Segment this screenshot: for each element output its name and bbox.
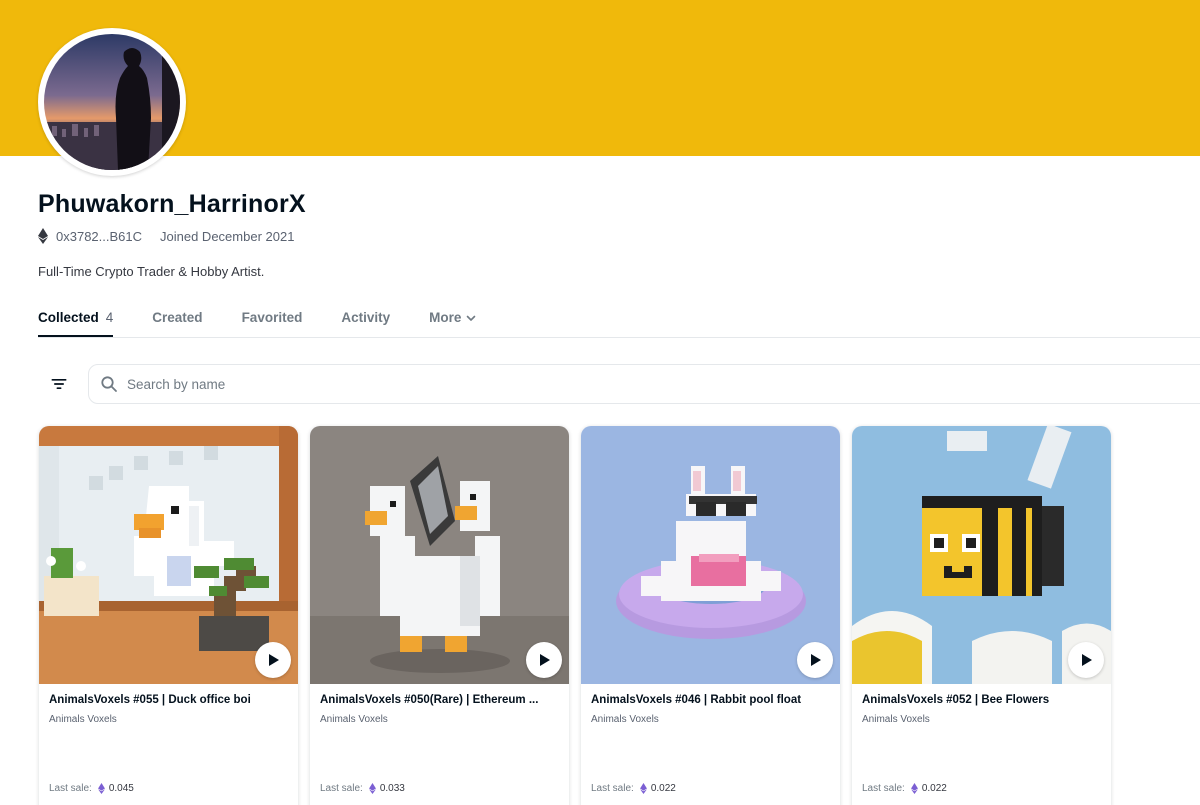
tab-label: Created — [152, 310, 203, 325]
nft-card[interactable]: AnimalsVoxels #046 | Rabbit pool float A… — [581, 426, 840, 805]
ethereum-icon — [97, 783, 105, 794]
play-icon — [811, 654, 821, 666]
last-sale-label: Last sale: — [320, 783, 363, 794]
nft-image[interactable] — [581, 426, 840, 684]
nft-artwork — [310, 426, 569, 684]
play-icon — [269, 654, 279, 666]
nft-artwork — [852, 426, 1111, 684]
last-sale-label: Last sale: — [49, 783, 92, 794]
search-input[interactable] — [127, 376, 1027, 392]
last-sale: Last sale: 0.022 — [862, 783, 947, 794]
tab-favorited[interactable]: Favorited — [242, 300, 303, 337]
nft-collection[interactable]: Animals Voxels — [862, 714, 930, 725]
filter-button[interactable] — [47, 372, 71, 396]
profile-tabs: Collected 4 Created Favorited Activity M… — [38, 300, 516, 337]
tab-created[interactable]: Created — [152, 300, 202, 337]
tab-label: Favorited — [241, 310, 303, 325]
tab-label: Activity — [341, 310, 391, 325]
nft-collection[interactable]: Animals Voxels — [49, 714, 117, 725]
last-sale-price: 0.022 — [650, 783, 676, 794]
tab-collected[interactable]: Collected 4 — [38, 300, 114, 337]
last-sale: Last sale: 0.045 — [49, 783, 134, 794]
nft-title[interactable]: AnimalsVoxels #046 | Rabbit pool float — [591, 694, 831, 706]
joined-date: Joined December 2021 — [160, 228, 295, 244]
profile-meta: 0x3782...B61C Joined December 2021 — [38, 227, 294, 245]
avatar-image — [44, 34, 180, 170]
play-icon — [1082, 654, 1092, 666]
ethereum-icon — [639, 783, 647, 794]
wallet-address[interactable]: 0x3782...B61C — [56, 229, 142, 244]
play-button[interactable] — [255, 642, 291, 678]
search-icon — [101, 376, 117, 392]
collected-count: 4 — [105, 310, 114, 325]
ethereum-icon — [368, 783, 376, 794]
nft-title[interactable]: AnimalsVoxels #052 | Bee Flowers — [862, 694, 1102, 706]
last-sale: Last sale: 0.033 — [320, 783, 405, 794]
nft-card[interactable]: AnimalsVoxels #050(Rare) | Ethereum ... … — [310, 426, 569, 805]
profile-avatar[interactable] — [38, 28, 186, 176]
nft-collection[interactable]: Animals Voxels — [320, 714, 388, 725]
ethereum-icon — [910, 783, 918, 794]
tabs-divider — [38, 337, 1200, 338]
chevron-down-icon — [467, 315, 476, 321]
nft-title[interactable]: AnimalsVoxels #055 | Duck office boi — [49, 694, 289, 706]
last-sale-label: Last sale: — [591, 783, 634, 794]
tab-label: More — [429, 310, 462, 325]
filter-icon — [51, 379, 67, 389]
nft-image[interactable] — [310, 426, 569, 684]
last-sale-price: 0.033 — [379, 783, 405, 794]
play-button[interactable] — [526, 642, 562, 678]
nft-image[interactable] — [39, 426, 298, 684]
play-icon — [540, 654, 550, 666]
nft-artwork — [581, 426, 840, 684]
tab-more[interactable]: More — [429, 300, 477, 337]
ethereum-icon — [38, 228, 48, 244]
profile-name: Phuwakorn_HarrinorX — [38, 190, 306, 218]
nft-title[interactable]: AnimalsVoxels #050(Rare) | Ethereum ... — [320, 694, 560, 706]
play-button[interactable] — [797, 642, 833, 678]
nft-card[interactable]: AnimalsVoxels #052 | Bee Flowers Animals… — [852, 426, 1111, 805]
nft-card[interactable]: AnimalsVoxels #055 | Duck office boi Ani… — [39, 426, 298, 805]
last-sale-price: 0.045 — [108, 783, 134, 794]
tab-label: Collected — [38, 310, 99, 325]
play-button[interactable] — [1068, 642, 1104, 678]
last-sale-label: Last sale: — [862, 783, 905, 794]
tab-activity[interactable]: Activity — [341, 300, 390, 337]
last-sale-price: 0.022 — [921, 783, 947, 794]
nft-artwork — [39, 426, 298, 684]
nft-image[interactable] — [852, 426, 1111, 684]
last-sale: Last sale: 0.022 — [591, 783, 676, 794]
search-bar — [88, 364, 1200, 404]
nft-collection[interactable]: Animals Voxels — [591, 714, 659, 725]
profile-bio: Full-Time Crypto Trader & Hobby Artist. — [38, 264, 265, 279]
